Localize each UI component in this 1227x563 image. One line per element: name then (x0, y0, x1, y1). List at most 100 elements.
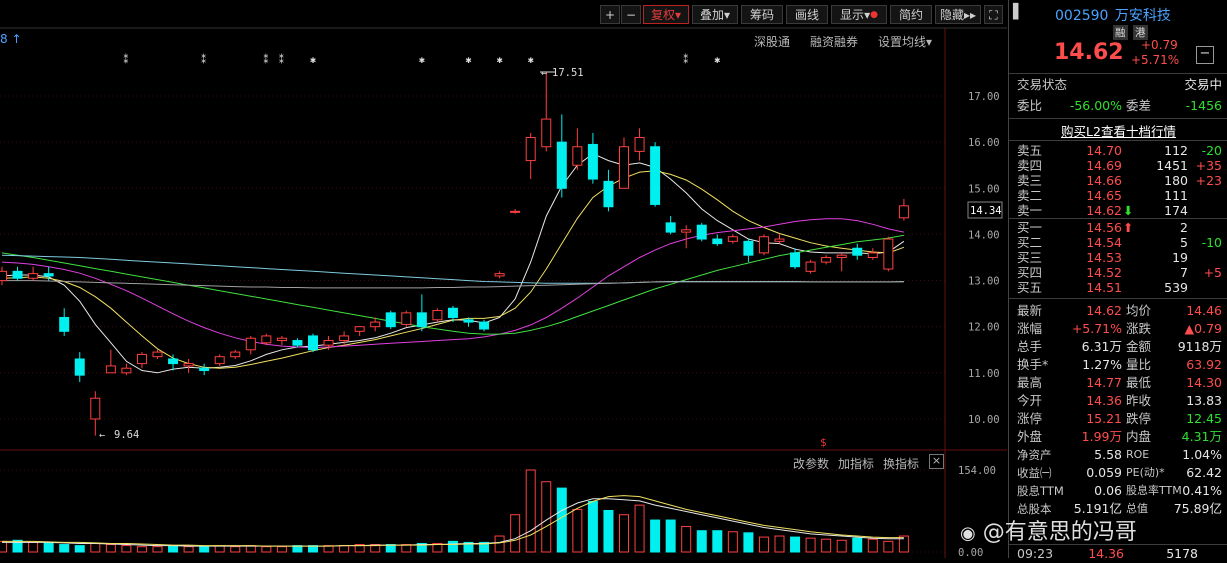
volume-bar (852, 537, 863, 553)
tick-volume: 5178 (1166, 546, 1198, 561)
stat-value: 14.30 (1186, 375, 1222, 390)
minimize-button[interactable]: − (1196, 46, 1214, 64)
level-price: 14.66 (1086, 173, 1122, 188)
volume-bar (525, 469, 536, 553)
candle-body (774, 238, 785, 242)
volume-bar (183, 546, 194, 553)
level-volume: 5 (1180, 235, 1188, 250)
stats-row: 最高 14.77 最低 14.30 (1009, 374, 1227, 392)
volume-bar (401, 544, 412, 553)
volume-bar (883, 540, 894, 553)
candle (74, 352, 85, 383)
volume-bar (28, 541, 39, 553)
price-tick-label: 17.00 (968, 91, 1000, 103)
volume-bar (105, 544, 116, 553)
candle-body (479, 321, 490, 330)
candle (308, 333, 318, 353)
candle-body (494, 273, 505, 277)
stats-row: 净资产 5.58 ROE 1.04% (1009, 446, 1227, 464)
swap-indicator-link[interactable]: 换指标 (883, 455, 919, 472)
volume-bar (510, 514, 521, 553)
candle (168, 354, 179, 371)
volume-bar (774, 535, 785, 553)
collapse-icon[interactable]: ▌ (1013, 4, 1027, 24)
volume-bar (572, 508, 583, 553)
event-marker-icon: ✱ (419, 55, 425, 66)
candle-body (463, 319, 474, 323)
stat-label: 股息TTM (1017, 484, 1064, 498)
candle-body (28, 273, 39, 279)
stat-value: 0.06 (1094, 483, 1122, 498)
candle-body (276, 337, 287, 342)
level-label: 买二 (1017, 235, 1043, 250)
stat-value: 14.62 (1086, 303, 1122, 318)
price-tick-label: 13.00 (968, 276, 1000, 288)
volume-tick-label: 154.00 (958, 465, 996, 477)
volume-bar (199, 546, 210, 553)
stat-label: ROE (1126, 448, 1150, 461)
l2-upgrade-link[interactable]: 购买L2查看十档行情 (1009, 121, 1227, 140)
volume-bar (790, 536, 801, 553)
candle (665, 215, 676, 235)
candle-body (758, 236, 769, 254)
volume-bar (619, 514, 629, 553)
level-label: 买一 (1017, 220, 1043, 235)
candle (650, 142, 661, 207)
volume-bar (650, 519, 661, 553)
candle (712, 234, 723, 246)
candle-body (852, 247, 863, 256)
ask-row: 卖一 14.62 174 ⬇ (1009, 203, 1227, 218)
candle (0, 266, 7, 286)
level-volume: 539 (1164, 280, 1188, 295)
weicha-label: 委差 (1126, 98, 1152, 113)
price-axis: 17.00 16.00 15.00 14.00 13.00 12.00 11.00 10.00 (968, 91, 1000, 426)
candle (619, 137, 629, 189)
ma-line (1, 170, 905, 369)
candle-body (292, 340, 303, 346)
change-params-link[interactable]: 改参数 (793, 455, 829, 472)
ma-line (2, 280, 904, 289)
stat-label: 股息率TTM (1126, 484, 1182, 497)
candle (790, 248, 801, 270)
candle (727, 234, 738, 244)
candle-body (230, 351, 241, 358)
candle (214, 354, 225, 366)
volume-bar (541, 481, 552, 553)
candle-body (883, 238, 894, 270)
price-tick-label: 16.00 (968, 137, 1000, 149)
volume-bar (556, 487, 567, 553)
high-annotation-arrow: ← (541, 68, 547, 79)
arrow-up-icon: ⬆ (1123, 220, 1134, 235)
level-change: +35 (1195, 158, 1222, 173)
stat-value: 14.77 (1086, 375, 1122, 390)
price-tick-label: 10.00 (968, 414, 1000, 426)
ask-row: 卖五 14.70 112 -20 (1009, 143, 1227, 158)
candle (774, 234, 785, 244)
candle-body (867, 252, 878, 258)
status-label: 交易状态 (1017, 77, 1068, 92)
candle (525, 132, 536, 180)
candle (354, 326, 365, 336)
candle (105, 349, 116, 374)
stat-label: 金额 (1126, 339, 1152, 354)
bid-row: 买四 14.52 7 +5 (1009, 265, 1227, 280)
tick-time: 09:23 (1017, 546, 1054, 561)
close-icon[interactable]: × (929, 454, 944, 469)
candle (245, 335, 256, 355)
add-indicator-link[interactable]: 加指标 (838, 455, 874, 472)
candle (556, 114, 567, 198)
last-price: 14.62 (1054, 40, 1124, 65)
candle-body (59, 316, 70, 332)
candle-body (525, 137, 536, 162)
candlestick-chart[interactable]: 17.00 16.00 15.00 14.00 13.00 12.00 11.00 10.00… (0, 0, 1007, 558)
stock-code: 002590 (1055, 8, 1109, 24)
candle (28, 266, 39, 281)
event-marker-icon: ✱ (528, 55, 534, 66)
candle-body (432, 310, 443, 321)
volume-bar (339, 545, 350, 553)
candle-body (43, 273, 54, 277)
candle-body (712, 238, 723, 245)
weibi-label: 委比 (1017, 98, 1043, 113)
candle (541, 72, 552, 152)
stats-row: 收益㈠ 0.059 PE(动)* 62.42 (1009, 464, 1227, 482)
